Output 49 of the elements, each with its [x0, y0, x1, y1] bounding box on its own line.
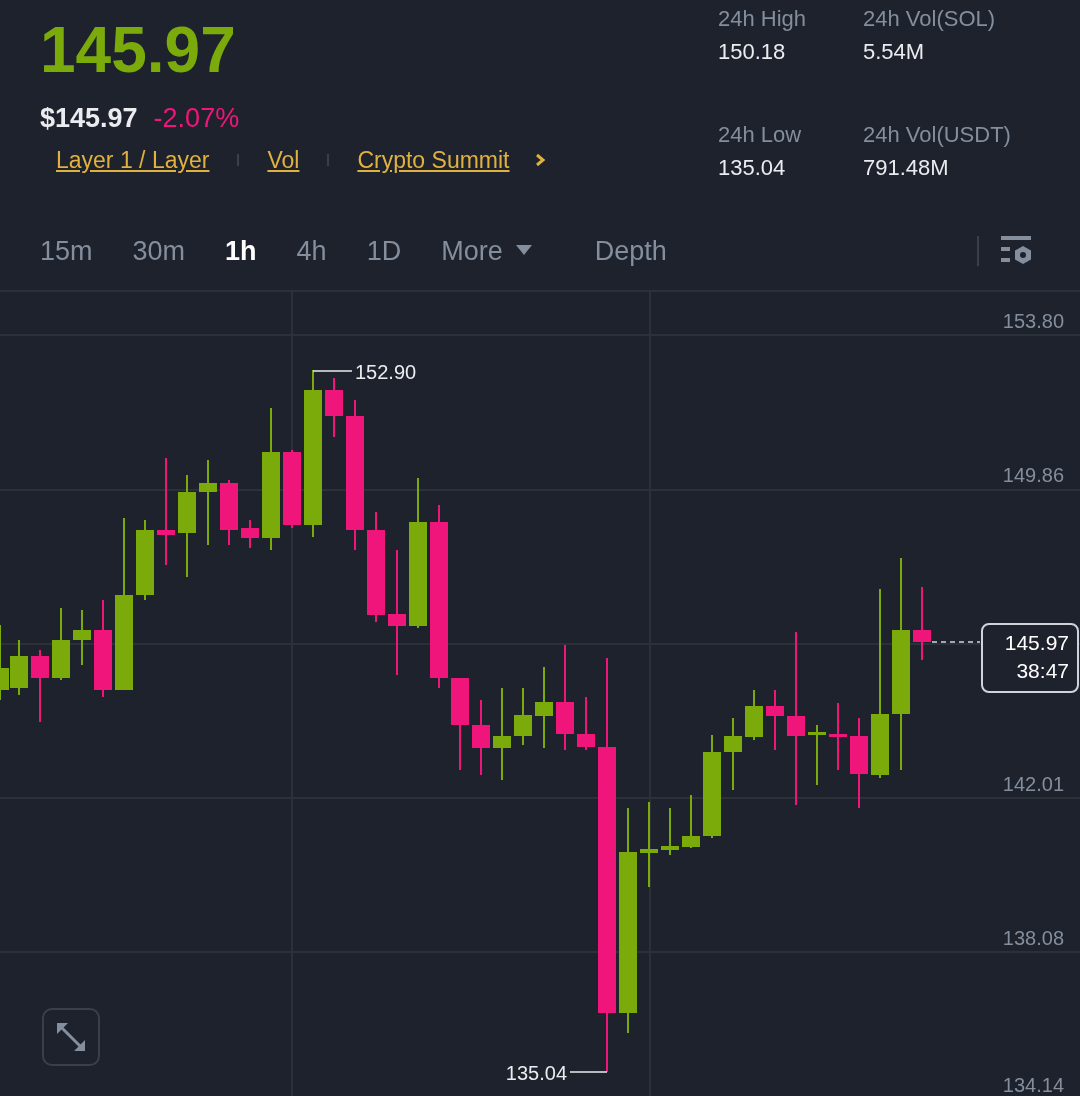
interval-tab[interactable]: 1D [366, 230, 402, 272]
caret-down-icon [514, 243, 533, 256]
expand-icon [54, 1020, 88, 1054]
usd-price: $145.97 [40, 102, 138, 135]
bullish-candle [73, 609, 91, 666]
stat-label: 24h Vol(USDT) [863, 121, 1012, 149]
bearish-candle [220, 479, 238, 546]
leader-line [312, 370, 353, 372]
tag-link[interactable]: Crypto Summit [357, 142, 510, 177]
price-axis-label: 149.86 [1002, 464, 1064, 486]
price-change: -2.07% [153, 102, 240, 135]
stat-value: 135.04 [718, 154, 787, 182]
stat-label: 24h Low [718, 121, 803, 149]
low-price-label: 135.04 [505, 1062, 567, 1084]
bullish-candle [745, 689, 763, 741]
bearish-candle [241, 519, 259, 549]
bullish-candle [808, 724, 826, 786]
price-axis-label: 138.08 [1002, 927, 1064, 949]
chevron-right-icon[interactable] [533, 151, 546, 168]
bearish-candle [829, 702, 847, 771]
interval-tab[interactable]: 1h [225, 230, 257, 272]
bearish-candle [325, 377, 343, 438]
stat-value: 791.48M [863, 154, 950, 182]
tag-link[interactable]: Layer 1 / Layer [56, 142, 210, 177]
price-axis-label: 142.01 [1002, 773, 1064, 795]
leader-line [569, 1071, 608, 1073]
interval-tab[interactable]: Depth [594, 230, 667, 272]
more-dropdown[interactable]: More [441, 230, 533, 272]
current-price: 145.97 [1003, 630, 1069, 656]
tag-link[interactable]: Vol [267, 142, 300, 177]
interval-tab[interactable]: 15m [40, 230, 93, 272]
price-axis-label: 153.80 [1002, 310, 1064, 332]
stat-label: 24h High [718, 5, 808, 33]
interval-tab[interactable]: 30m [132, 230, 186, 272]
stat-label: 24h Vol(SOL) [863, 5, 997, 33]
stat-value: 150.18 [718, 38, 787, 66]
high-price-label: 152.90 [355, 361, 417, 383]
bearish-candle [766, 689, 784, 751]
bearish-candle [577, 696, 595, 751]
price-axis-label: 134.14 [1002, 1074, 1064, 1096]
bullish-candle [682, 794, 700, 849]
fullscreen-button[interactable] [42, 1008, 100, 1066]
interval-tab[interactable]: 4h [296, 230, 327, 272]
bullish-candle [514, 687, 532, 746]
candle-countdown: 38:47 [1015, 658, 1069, 685]
chart-settings-icon[interactable] [1001, 236, 1033, 266]
last-price: 145.97 [40, 18, 237, 82]
bullish-candle [661, 807, 679, 856]
stat-value: 5.54M [863, 38, 926, 66]
